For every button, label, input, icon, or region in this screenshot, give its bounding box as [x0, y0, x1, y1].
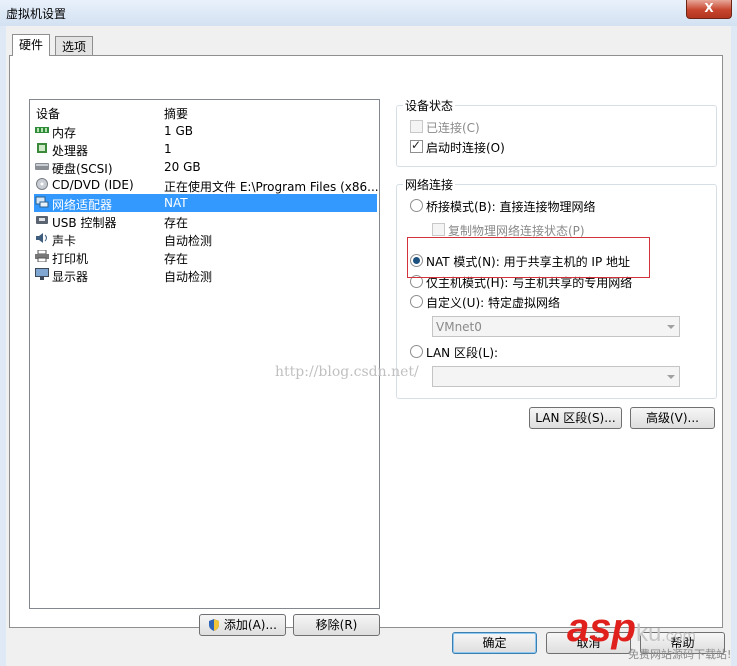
blog-watermark: http://blog.csdn.net/ [275, 364, 419, 380]
add-device-label: 添加(A)... [223, 618, 277, 632]
device-name: 处理器 [52, 144, 89, 158]
uac-shield-icon [209, 619, 220, 631]
title-bar: 虚拟机设置 X [0, 0, 737, 26]
bridged-radio[interactable] [410, 199, 423, 212]
device-summary: 存在 [164, 216, 189, 230]
custom-label: 自定义(U): 特定虚拟网络 [426, 296, 561, 310]
network-connection-title: 网络连接 [403, 176, 456, 193]
site-logo-subtitle: 免费网站源码下载站! [628, 648, 732, 661]
checkmark-icon: ✓ [411, 138, 422, 152]
connect-at-power-on-checkbox[interactable]: ✓ [410, 138, 423, 153]
dialog-client-area: 硬件 选项 设备 摘要 内存 1 GB 处理器 1 硬盘(SCSI) 20 GB [6, 26, 731, 666]
device-summary: 自动检测 [164, 234, 213, 248]
processor-icon [37, 143, 47, 153]
custom-network-value: VMnet0 [436, 320, 482, 334]
memory-icon [35, 127, 49, 133]
tab-hardware[interactable]: 硬件 [12, 34, 51, 56]
device-summary: 1 GB [164, 124, 193, 138]
logo-asp: asp [567, 606, 636, 650]
device-summary: 正在使用文件 E:\Program Files (x86... [164, 180, 379, 194]
device-list[interactable]: 设备 摘要 内存 1 GB 处理器 1 硬盘(SCSI) 20 GB CD/DV… [29, 99, 380, 609]
column-header-summary[interactable]: 摘要 [164, 105, 188, 122]
device-name: 显示器 [52, 270, 89, 284]
device-row-sound-card[interactable]: 声卡 自动检测 [34, 230, 377, 248]
device-name: USB 控制器 [52, 216, 117, 230]
advanced-button[interactable]: 高级(V)... [630, 407, 715, 429]
bridged-label: 桥接模式(B): 直接连接物理网络 [426, 200, 596, 214]
lan-segments-button[interactable]: LAN 区段(S)... [529, 407, 622, 429]
custom-network-select[interactable]: VMnet0 [432, 316, 680, 337]
device-summary: 20 GB [164, 160, 201, 174]
usb-icon [36, 216, 48, 224]
device-row-network-adapter[interactable]: 网络适配器 NAT [34, 194, 377, 212]
window-title: 虚拟机设置 [6, 7, 67, 21]
ok-label: 确定 [482, 636, 507, 650]
nat-highlight-box [407, 237, 650, 278]
logo-ku: ku [635, 620, 662, 647]
tab-options[interactable]: 选项 [55, 36, 94, 56]
device-status-title: 设备状态 [403, 97, 456, 114]
tab-hardware-label: 硬件 [19, 38, 44, 52]
printer-icon [35, 250, 49, 262]
device-name: 内存 [52, 126, 77, 140]
device-status-group: 设备状态 已连接(C) ✓ 启动时连接(O) [396, 97, 717, 167]
ok-button[interactable]: 确定 [452, 632, 537, 654]
replicate-state-checkbox[interactable] [432, 223, 445, 236]
chevron-down-icon [667, 325, 675, 329]
lan-segments-label: LAN 区段(S)... [535, 411, 616, 425]
device-summary: NAT [164, 196, 188, 210]
connected-checkbox[interactable] [410, 120, 423, 133]
device-name: CD/DVD (IDE) [52, 178, 134, 192]
device-row-usb[interactable]: USB 控制器 存在 [34, 212, 377, 230]
device-summary: 1 [164, 142, 172, 156]
display-icon [35, 268, 49, 280]
add-device-button[interactable]: 添加(A)... [199, 614, 286, 636]
custom-radio[interactable] [410, 295, 423, 308]
remove-device-button[interactable]: 移除(R) [293, 614, 380, 636]
device-row-memory[interactable]: 内存 1 GB [34, 122, 377, 140]
close-icon: X [704, 1, 714, 15]
network-connection-group: 网络连接 桥接模式(B): 直接连接物理网络 复制物理网络连接状态(P) NAT… [396, 176, 717, 399]
device-summary: 自动检测 [164, 270, 213, 284]
remove-device-label: 移除(R) [315, 618, 358, 632]
lan-segment-label: LAN 区段(L): [426, 346, 499, 360]
device-name: 网络适配器 [52, 198, 113, 212]
device-list-header: 设备 摘要 [30, 103, 379, 121]
logo-com: .com [661, 628, 696, 645]
connect-at-power-on-label: 启动时连接(O) [426, 141, 505, 155]
sound-card-icon [36, 233, 47, 243]
chevron-down-icon [667, 375, 675, 379]
close-button[interactable]: X [686, 0, 732, 19]
hardware-tab-panel: 设备 摘要 内存 1 GB 处理器 1 硬盘(SCSI) 20 GB CD/DV… [9, 55, 723, 636]
device-row-display[interactable]: 显示器 自动检测 [34, 266, 377, 284]
cd-dvd-icon [36, 178, 48, 190]
device-summary: 存在 [164, 252, 189, 266]
column-header-device[interactable]: 设备 [36, 105, 60, 122]
device-name: 硬盘(SCSI) [52, 162, 113, 176]
device-row-processor[interactable]: 处理器 1 [34, 140, 377, 158]
lan-segment-select[interactable] [432, 366, 680, 387]
network-adapter-icon [35, 196, 49, 208]
device-row-harddisk[interactable]: 硬盘(SCSI) 20 GB [34, 158, 377, 176]
advanced-label: 高级(V)... [645, 411, 700, 425]
device-name: 打印机 [52, 252, 89, 266]
harddisk-icon [35, 163, 49, 170]
device-row-cd-dvd[interactable]: CD/DVD (IDE) 正在使用文件 E:\Program Files (x8… [34, 176, 379, 194]
connected-label: 已连接(C) [426, 121, 480, 135]
tab-options-label: 选项 [62, 40, 87, 54]
lan-segment-radio[interactable] [410, 345, 423, 358]
device-name: 声卡 [52, 234, 77, 248]
device-row-printer[interactable]: 打印机 存在 [34, 248, 377, 266]
